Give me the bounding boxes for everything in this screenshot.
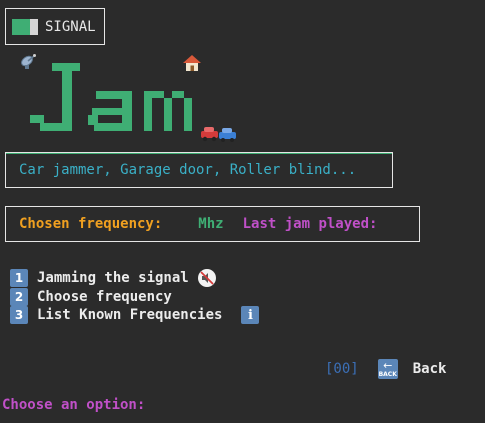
menu-item-label: Jamming the signal — [37, 270, 189, 286]
menu-item-jamming[interactable]: 1 Jamming the signal — [10, 269, 216, 287]
signal-strength-icon — [12, 18, 38, 35]
jam-logo-letters — [30, 63, 192, 131]
status-box: Chosen frequency: Mhz Last jam played: — [5, 206, 420, 242]
frequency-unit: Mhz — [198, 216, 224, 232]
keycap-1-icon: 1 — [10, 269, 28, 287]
last-jam-label: Last jam played: — [242, 216, 378, 232]
signal-label: SIGNAL — [45, 18, 96, 35]
menu-item-label: List Known Frequencies — [37, 307, 223, 323]
back-label: Back — [412, 361, 447, 377]
signal-indicator: SIGNAL — [5, 8, 105, 45]
back-option[interactable]: [00] ← BACK Back — [325, 359, 446, 379]
keycap-3-icon: 3 — [10, 306, 28, 324]
back-code: [00] — [325, 361, 359, 377]
info-icon: i — [241, 306, 260, 324]
description-text: Car jammer, Garage door, Roller blind... — [19, 162, 357, 178]
back-arrow-icon: ← BACK — [377, 358, 398, 379]
menu-item-label: Choose frequency — [37, 289, 172, 305]
mute-icon — [197, 269, 216, 287]
description-box: Car jammer, Garage door, Roller blind... — [5, 152, 393, 188]
menu-item-list-frequencies[interactable]: 3 List Known Frequencies i — [10, 306, 260, 324]
choose-option-prompt[interactable]: Choose an option: — [2, 397, 145, 413]
keycap-2-icon: 2 — [10, 288, 28, 306]
chosen-frequency-label: Chosen frequency: — [19, 216, 163, 232]
menu-item-choose-frequency[interactable]: 2 Choose frequency — [10, 288, 172, 306]
cars-icon — [200, 124, 238, 145]
jam-logo — [30, 63, 192, 131]
